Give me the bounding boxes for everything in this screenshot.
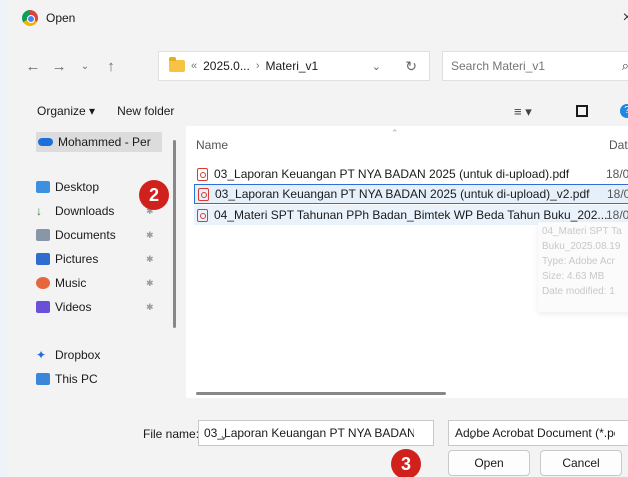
- file-type-select[interactable]: Adobe Acrobat Document (*.pc ⌄: [448, 420, 628, 446]
- tooltip-line: Size: 4.63 MB: [542, 271, 605, 282]
- file-name: 03_Laporan Keuangan PT NYA BADAN 2025 (u…: [215, 187, 590, 201]
- refresh-icon[interactable]: ↻: [405, 58, 417, 75]
- help-icon[interactable]: ?: [620, 104, 628, 118]
- step-3-badge: 3: [391, 449, 421, 477]
- view-options-icon[interactable]: ≡ ▾: [514, 104, 532, 120]
- sidebar-item-this-pc[interactable]: This PC: [36, 372, 98, 386]
- sidebar-item-videos[interactable]: Videos: [36, 300, 91, 314]
- chevron-down-icon[interactable]: ⌄: [467, 428, 627, 442]
- dialog-footer: File name: 03_Laporan Keuangan PT NYA BA…: [16, 398, 628, 477]
- sidebar-item-label: Music: [55, 276, 87, 290]
- sidebar-item-onedrive[interactable]: Mohammed - Per: [36, 132, 162, 152]
- tooltip-line: Buku_2025.08.19: [542, 241, 621, 252]
- window-title: Open: [46, 11, 76, 25]
- sidebar-item-label: Documents: [55, 228, 116, 242]
- chrome-icon: [22, 10, 38, 26]
- sidebar-item-music[interactable]: Music: [36, 276, 86, 290]
- cancel-button[interactable]: Cancel: [540, 450, 622, 476]
- preview-pane-icon[interactable]: [576, 105, 588, 117]
- file-row-selected[interactable]: 03_Laporan Keuangan PT NYA BADAN 2025 (u…: [194, 184, 628, 204]
- column-header-date[interactable]: Date: [609, 138, 628, 152]
- sidebar-item-desktop[interactable]: Desktop: [36, 180, 99, 194]
- file-date: 18/08: [606, 208, 628, 222]
- file-date: 18/08: [606, 167, 628, 181]
- file-name: 04_Materi SPT Tahunan PPh Badan_Bimtek W…: [214, 208, 608, 222]
- sidebar-item-dropbox[interactable]: ✦ Dropbox: [36, 348, 100, 362]
- cloud-icon: [38, 138, 53, 146]
- open-dialog: Open × ← → ⌄ ↑ « 2025.0... › Materi_v1 ⌄…: [0, 0, 628, 477]
- column-header-name[interactable]: Name: [196, 138, 228, 152]
- music-icon: [36, 277, 50, 289]
- sidebar-scrollbar[interactable]: [173, 140, 176, 328]
- search-input[interactable]: [451, 59, 601, 73]
- pin-icon[interactable]: ✱: [146, 302, 154, 313]
- pin-icon[interactable]: ✱: [146, 254, 154, 265]
- organize-button[interactable]: Organize ▾: [37, 104, 95, 118]
- sidebar-item-documents[interactable]: Documents: [36, 228, 116, 242]
- recent-chevron-icon[interactable]: ⌄: [72, 61, 98, 72]
- tooltip-line: Date modified: 1: [542, 286, 615, 297]
- file-name-field[interactable]: 03_Laporan Keuangan PT NYA BADAN ⌄: [198, 420, 434, 446]
- breadcrumb-item[interactable]: Materi_v1: [266, 59, 319, 73]
- forward-icon[interactable]: →: [46, 58, 72, 75]
- chevron-down-icon[interactable]: ⌄: [219, 428, 429, 442]
- tooltip-line: Type: Adobe Acr: [542, 256, 615, 267]
- file-date: 18/08: [607, 187, 628, 201]
- command-bar: Organize ▾ New folder ≡ ▾ ?: [16, 96, 628, 126]
- pdf-icon: [197, 208, 208, 222]
- file-row[interactable]: 03_Laporan Keuangan PT NYA BADAN 2025 (u…: [194, 164, 628, 184]
- sidebar-item-label: Desktop: [55, 180, 100, 194]
- search-box[interactable]: ⌕: [442, 51, 628, 81]
- open-button[interactable]: Open: [448, 450, 530, 476]
- new-folder-button[interactable]: New folder: [117, 104, 174, 118]
- desktop-icon: [36, 181, 50, 193]
- pdf-icon: [197, 167, 208, 181]
- dropbox-icon: ✦: [36, 348, 47, 362]
- sidebar-item-label: Dropbox: [55, 348, 101, 362]
- breadcrumb-overflow[interactable]: «: [191, 60, 197, 72]
- sidebar-item-pictures[interactable]: Pictures: [36, 252, 98, 266]
- sidebar-item-label: Pictures: [55, 252, 99, 266]
- title-bar: Open ×: [16, 0, 628, 36]
- navigation-bar: ← → ⌄ ↑ « 2025.0... › Materi_v1 ⌄ ↻ ⌕: [16, 46, 628, 86]
- chevron-down-icon[interactable]: ⌄: [372, 60, 381, 73]
- search-icon[interactable]: ⌕: [622, 58, 628, 74]
- file-list: ⌃ Name Date 03_Laporan Keuangan PT NYA B…: [186, 126, 628, 398]
- pin-icon[interactable]: ✱: [146, 278, 154, 289]
- pictures-icon: [36, 253, 50, 265]
- computer-icon: [36, 373, 50, 385]
- sidebar-item-label: Downloads: [55, 204, 115, 218]
- address-bar[interactable]: « 2025.0... › Materi_v1 ⌄ ↻: [158, 51, 430, 81]
- sidebar-item-label: Mohammed - Per: [58, 135, 151, 149]
- file-tooltip: 04_Materi SPT Ta Buku_2025.08.19 Type: A…: [538, 222, 628, 312]
- tooltip-line: 04_Materi SPT Ta: [542, 226, 622, 237]
- documents-icon: [36, 229, 50, 241]
- file-name: 03_Laporan Keuangan PT NYA BADAN 2025 (u…: [214, 167, 570, 181]
- pdf-icon: [198, 187, 209, 201]
- sort-chevron-icon: ⌃: [391, 128, 399, 138]
- sidebar-item-label: This PC: [55, 372, 98, 386]
- folder-icon: [169, 57, 185, 72]
- download-icon: ↓: [36, 204, 42, 218]
- file-name-label: File name:: [143, 427, 200, 441]
- breadcrumb-item[interactable]: 2025.0...: [203, 59, 250, 73]
- sidebar-item-downloads[interactable]: ↓ Downloads: [36, 204, 114, 218]
- sidebar-item-label: Videos: [55, 300, 92, 314]
- videos-icon: [36, 301, 50, 313]
- breadcrumb-separator: ›: [255, 60, 260, 72]
- navigation-pane: Mohammed - Per Desktop ✱ ↓ Downloads ✱ D…: [16, 126, 176, 398]
- step-2-badge: 2: [139, 180, 169, 210]
- horizontal-scrollbar[interactable]: [196, 392, 446, 395]
- up-icon[interactable]: ↑: [98, 58, 124, 75]
- close-icon[interactable]: ×: [623, 9, 628, 27]
- pin-icon[interactable]: ✱: [146, 230, 154, 241]
- back-icon[interactable]: ←: [20, 58, 46, 75]
